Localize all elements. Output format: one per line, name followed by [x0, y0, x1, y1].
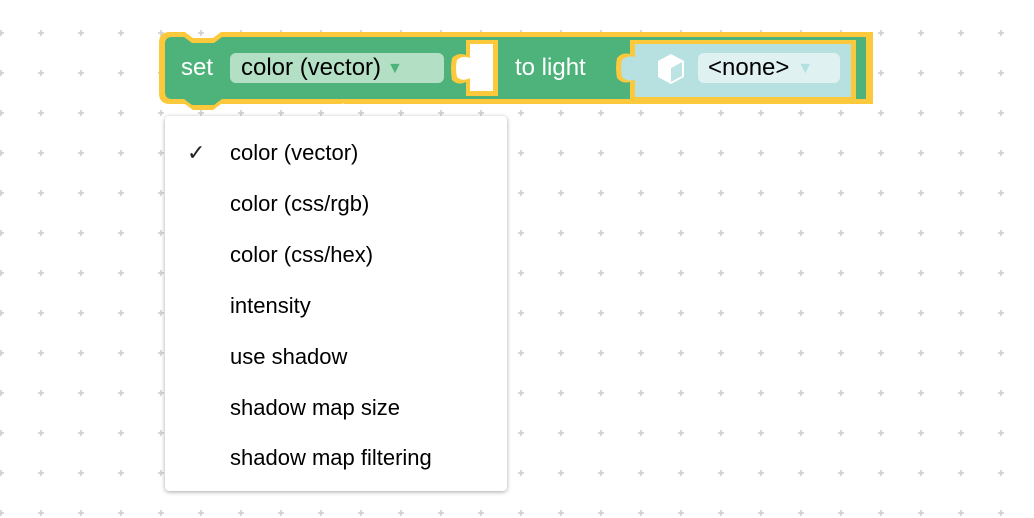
- menu-item-use-shadow[interactable]: use shadow: [165, 331, 507, 382]
- menu-item-intensity[interactable]: intensity: [165, 280, 507, 331]
- menu-item-color-css-hex[interactable]: color (css/hex): [165, 229, 507, 280]
- menu-item-label: color (css/hex): [230, 242, 374, 267]
- dropdown-pointer: [330, 103, 356, 117]
- menu-item-shadow-map-filtering[interactable]: shadow map filtering: [165, 432, 507, 483]
- menu-item-label: color (vector): [230, 140, 359, 165]
- menu-item-label: use shadow: [230, 344, 348, 369]
- blockly-workspace[interactable]: set color (vector) ▼ to light <none> ▼ ✓ c…: [0, 0, 1034, 518]
- light-dropdown[interactable]: <none> ▼: [698, 53, 840, 83]
- property-dropdown-menu: ✓ color (vector) color (css/rgb) color (…: [165, 116, 507, 491]
- menu-item-color-css-rgb[interactable]: color (css/rgb): [165, 178, 507, 229]
- menu-item-label: shadow map size: [230, 395, 400, 420]
- block-label-set: set: [181, 54, 214, 81]
- property-dropdown-value: color (vector): [241, 54, 382, 81]
- block-label-to-light: to light: [515, 54, 586, 81]
- dropdown-arrow-icon: ▼: [387, 60, 403, 77]
- menu-item-label: intensity: [230, 293, 311, 318]
- menu-item-label: shadow map filtering: [230, 445, 432, 470]
- light-dropdown-value: <none>: [708, 54, 790, 81]
- menu-item-shadow-map-size[interactable]: shadow map size: [165, 382, 507, 433]
- menu-item-label: color (css/rgb): [230, 191, 370, 216]
- checkmark-icon: ✓: [187, 140, 206, 165]
- dropdown-arrow-icon: ▼: [797, 60, 814, 77]
- menu-item-color-vector[interactable]: ✓ color (vector): [165, 127, 507, 178]
- property-dropdown[interactable]: color (vector) ▼: [230, 53, 444, 83]
